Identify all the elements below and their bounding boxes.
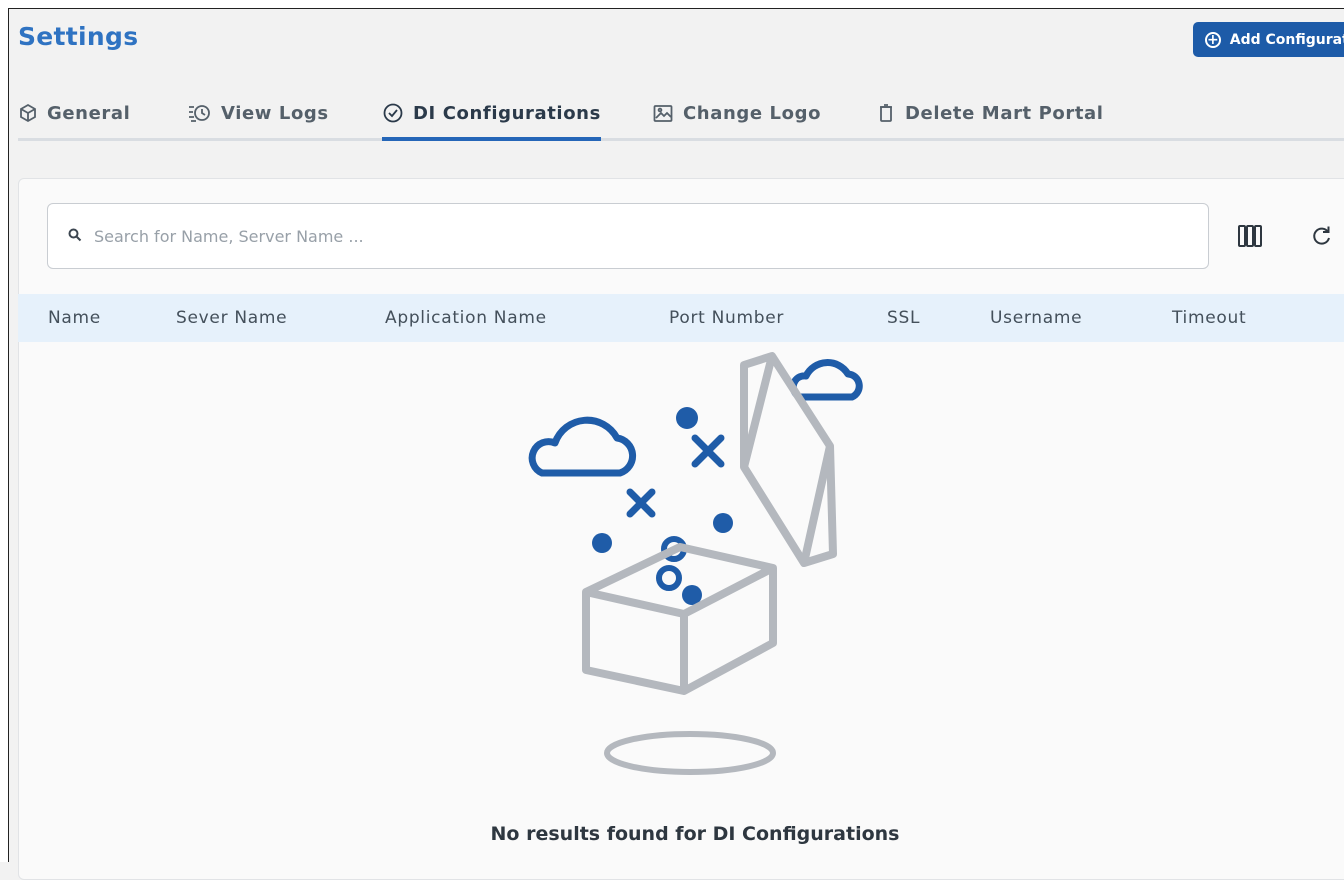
column-header-username[interactable]: Username <box>990 294 1082 342</box>
trash-icon <box>876 103 896 123</box>
tab-label: Delete Mart Portal <box>905 102 1104 124</box>
tab-general[interactable]: General <box>18 88 130 138</box>
window-top-edge <box>8 0 1344 9</box>
tab-delete-mart-portal[interactable]: Delete Mart Portal <box>876 88 1104 138</box>
ring-icon <box>656 565 682 591</box>
page-title: Settings <box>18 22 139 51</box>
cloud-right-icon <box>789 359 863 401</box>
search-icon <box>68 227 82 246</box>
cloud-left-icon <box>528 416 637 477</box>
tab-label: View Logs <box>221 102 329 124</box>
tab-di-configurations[interactable]: DI Configurations <box>382 88 601 141</box>
column-header-timeout[interactable]: Timeout <box>1172 294 1246 342</box>
window-left-edge <box>0 0 9 862</box>
tab-view-logs[interactable]: View Logs <box>188 88 329 138</box>
search-input[interactable] <box>92 225 1176 247</box>
dot-icon <box>713 513 733 533</box>
dot-icon <box>592 533 612 553</box>
cube-icon <box>18 103 38 123</box>
column-header-server-name[interactable]: Sever Name <box>176 294 287 342</box>
column-header-ssl[interactable]: SSL <box>887 294 920 342</box>
empty-state-message: No results found for DI Configurations <box>490 823 900 845</box>
column-header-application-name[interactable]: Application Name <box>385 294 547 342</box>
add-configuration-button[interactable]: + Add Configuration <box>1193 22 1344 57</box>
empty-box-illustration <box>528 352 863 775</box>
column-header-port-number[interactable]: Port Number <box>669 294 784 342</box>
shadow-ring-icon <box>604 731 776 775</box>
tab-label: Change Logo <box>683 102 822 124</box>
box-body-icon <box>582 543 777 695</box>
column-header-name[interactable]: Name <box>48 294 101 342</box>
search-box[interactable] <box>47 203 1209 269</box>
settings-tabs: General View Logs DI Configurations Chan… <box>18 88 1344 141</box>
image-icon <box>652 102 674 124</box>
cross-large-icon <box>691 434 725 468</box>
dot-icon <box>676 407 698 429</box>
columns-icon[interactable] <box>1236 222 1264 250</box>
table-header: Name Sever Name Application Name Port Nu… <box>18 294 1344 342</box>
tab-change-logo[interactable]: Change Logo <box>652 88 821 138</box>
add-configuration-label: Add Configuration <box>1229 31 1344 48</box>
tab-label: DI Configurations <box>413 102 601 124</box>
check-circle-icon <box>382 102 404 124</box>
history-icon <box>188 103 212 123</box>
tab-label: General <box>47 102 131 124</box>
plus-circle-icon: + <box>1205 31 1221 48</box>
box-lid-icon <box>740 352 837 567</box>
cross-small-icon <box>626 488 656 518</box>
refresh-icon[interactable] <box>1308 222 1336 250</box>
